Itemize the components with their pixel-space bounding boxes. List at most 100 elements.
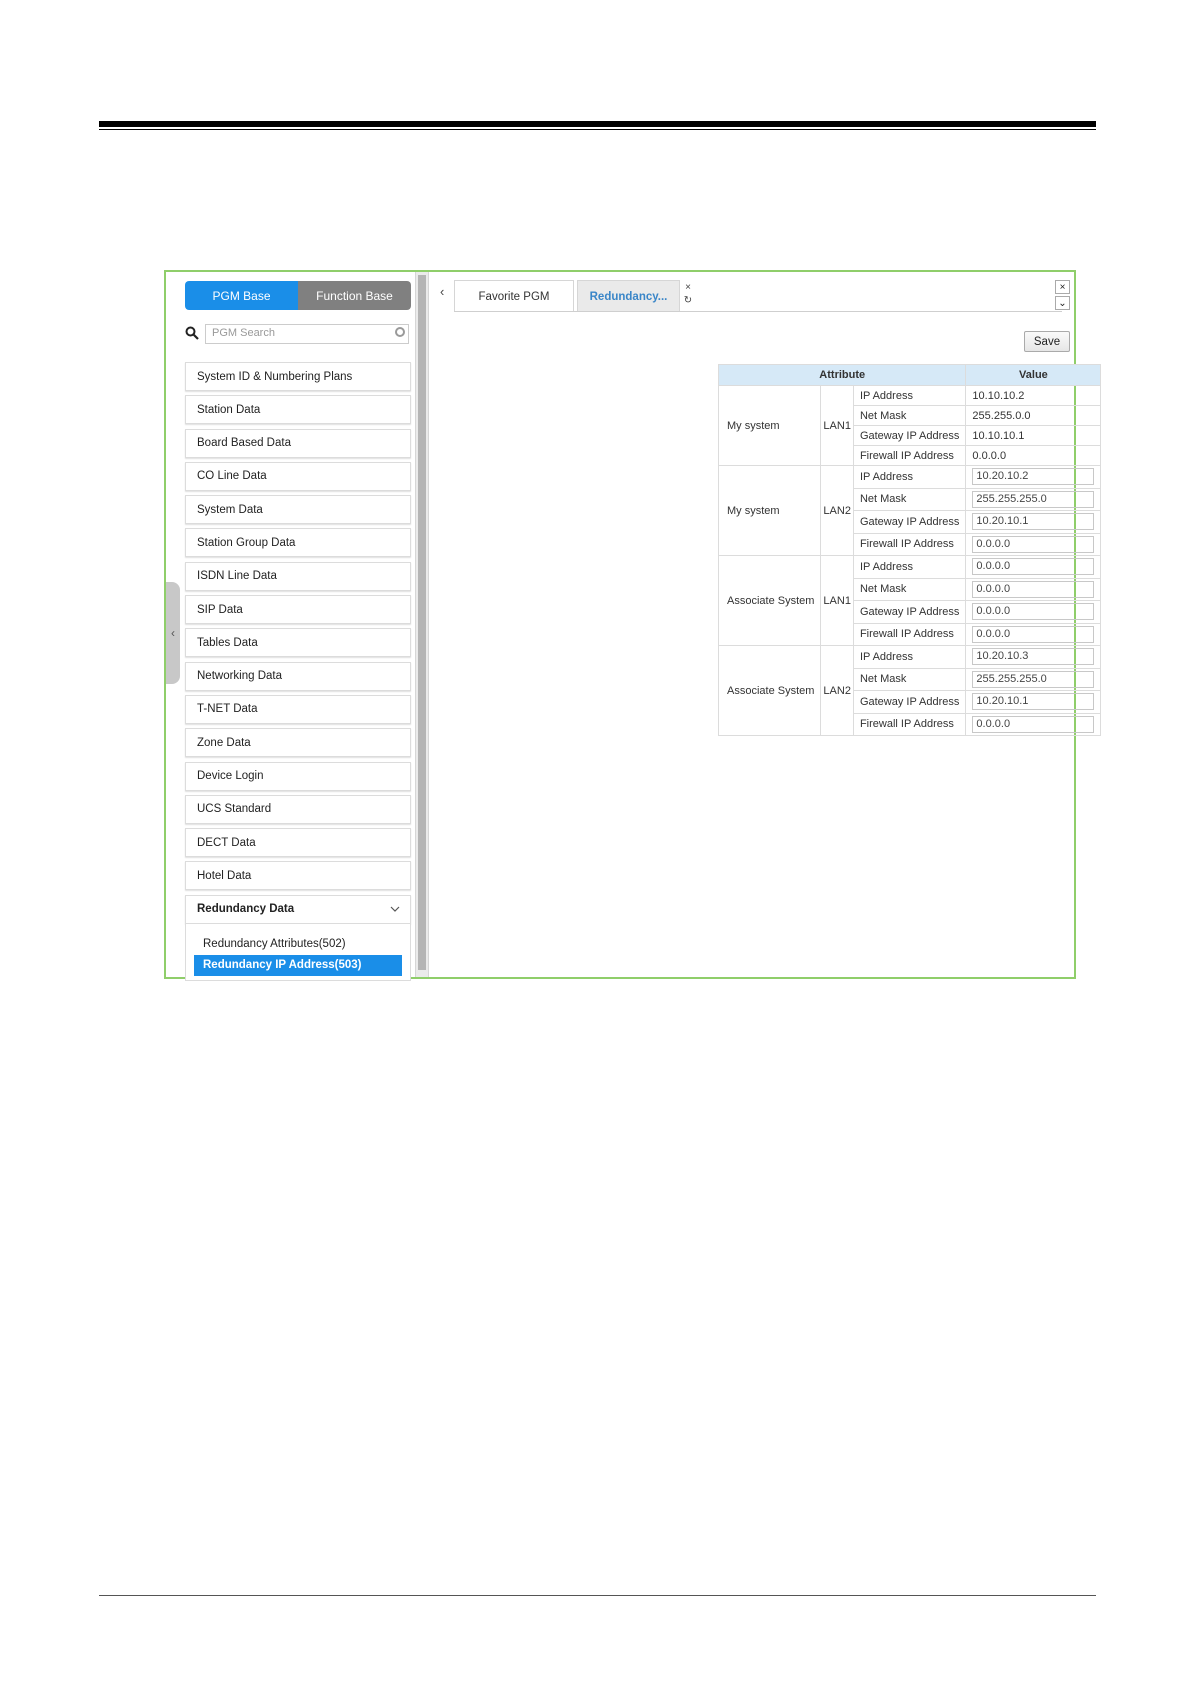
attribute-label-cell: Net Mask xyxy=(852,667,967,691)
ip-value-input[interactable]: 10.20.10.1 xyxy=(972,693,1095,711)
value-cell: 255.255.255.0 xyxy=(965,667,1102,691)
ip-value-input[interactable]: 0.0.0.0 xyxy=(972,715,1095,733)
value-cell: 10.20.10.3 xyxy=(965,645,1102,669)
value-cell: 10.10.10.1 xyxy=(965,425,1102,446)
value-cell: 0.0.0.0 xyxy=(965,445,1102,466)
attribute-label-cell: IP Address xyxy=(852,385,967,406)
menu-item-board-based-data[interactable]: Board Based Data xyxy=(185,428,411,458)
search-icon xyxy=(185,326,199,340)
attribute-label-cell: Firewall IP Address xyxy=(852,712,967,736)
attribute-label-cell: Firewall IP Address xyxy=(852,445,967,466)
table-row: My system LAN1 IP Address 10.10.10.2 xyxy=(717,385,1102,466)
menu-item-tables-data[interactable]: Tables Data xyxy=(185,628,411,658)
menu-item-ucs-standard[interactable]: UCS Standard xyxy=(185,794,411,824)
menu-item-system-id-numbering-plans[interactable]: System ID & Numbering Plans xyxy=(185,362,411,391)
ip-value-input[interactable]: 255.255.255.0 xyxy=(972,490,1095,508)
attribute-label-cell: Net Mask xyxy=(852,577,967,601)
chevron-down-icon[interactable]: ⌄ xyxy=(1055,296,1070,310)
attribute-label-cell: Net Mask xyxy=(852,405,967,426)
attribute-label-cell: Gateway IP Address xyxy=(852,690,967,714)
menu-item-system-data[interactable]: System Data xyxy=(185,495,411,525)
table-row: Associate System LAN2 IP Address 10.20.10.3 xyxy=(717,645,1102,736)
ip-value-input[interactable]: 0.0.0.0 xyxy=(972,625,1095,643)
menu-item-redundancy-data[interactable]: Redundancy Data xyxy=(185,894,411,924)
ip-value-input[interactable]: 10.20.10.1 xyxy=(972,513,1095,531)
save-button[interactable]: Save xyxy=(1024,331,1070,352)
close-tab-icon[interactable]: × xyxy=(682,281,694,294)
clear-search-icon[interactable] xyxy=(395,327,405,337)
menu-item-networking-data[interactable]: Networking Data xyxy=(185,661,411,691)
pgm-menu: System ID & Numbering Plans Station Data B… xyxy=(185,362,411,981)
scrollbar-thumb[interactable] xyxy=(418,275,426,970)
menu-item-hotel-data[interactable]: Hotel Data xyxy=(185,861,411,891)
lan-cell: LAN2 xyxy=(820,645,854,736)
lan-cell: LAN1 xyxy=(820,555,854,646)
sidebar-collapse-handle[interactable]: ‹ xyxy=(166,582,180,684)
system-name-cell: My system xyxy=(717,465,822,556)
attribute-label-cell: IP Address xyxy=(852,645,967,669)
menu-item-device-login[interactable]: Device Login xyxy=(185,761,411,791)
value-cell: 0.0.0.0 xyxy=(965,712,1102,736)
attribute-label-cell: Gateway IP Address xyxy=(852,600,967,624)
system-name-cell: Associate System xyxy=(717,645,822,736)
ip-value-input[interactable]: 0.0.0.0 xyxy=(972,558,1095,576)
menu-item-t-net-data[interactable]: T-NET Data xyxy=(185,694,411,724)
app-window: ‹ PGM Base Function Base PGM Search Syst… xyxy=(164,270,1102,981)
submenu-item-redundancy-attributes[interactable]: Redundancy Attributes(502) xyxy=(194,934,402,955)
page-bottom-rule xyxy=(99,1595,1096,1596)
chevron-down-icon xyxy=(390,906,400,913)
attribute-label-cell: Net Mask xyxy=(852,487,967,511)
tab-favorite-pgm[interactable]: Favorite PGM xyxy=(454,280,574,312)
attribute-label-cell: IP Address xyxy=(852,555,967,579)
table-row: Associate System LAN1 IP Address 0.0.0.0 xyxy=(717,555,1102,646)
lan-cell: LAN2 xyxy=(820,465,854,556)
attribute-label-cell: Gateway IP Address xyxy=(852,510,967,534)
redundancy-submenu: Redundancy Attributes(502) Redundancy IP… xyxy=(185,923,411,981)
menu-item-station-group-data[interactable]: Station Group Data xyxy=(185,528,411,558)
value-cell: 0.0.0.0 xyxy=(965,622,1102,646)
value-cell: 10.10.10.2 xyxy=(965,385,1102,406)
close-window-icon[interactable]: × xyxy=(1055,280,1070,294)
main-content: ‹ Favorite PGM Redundancy... × ↻ × ⌄ Sav… xyxy=(432,272,1102,977)
value-cell: 10.20.10.2 xyxy=(965,465,1102,489)
system-name-cell: Associate System xyxy=(717,555,822,646)
redundancy-ip-table: Attribute Value My system LAN1 IP Address 1… xyxy=(717,364,1102,736)
ip-value-input[interactable]: 0.0.0.0 xyxy=(972,535,1095,553)
menu-item-isdn-line-data[interactable]: ISDN Line Data xyxy=(185,561,411,591)
ip-value-input[interactable]: 0.0.0.0 xyxy=(972,603,1095,621)
refresh-icon[interactable]: ↻ xyxy=(682,294,694,307)
ip-value-input[interactable]: 10.20.10.3 xyxy=(972,648,1095,666)
pgm-search-input[interactable]: PGM Search xyxy=(205,324,409,344)
menu-item-co-line-data[interactable]: CO Line Data xyxy=(185,461,411,491)
page-top-rule xyxy=(99,121,1096,127)
ip-value-input[interactable]: 0.0.0.0 xyxy=(972,580,1095,598)
function-base-button[interactable]: Function Base xyxy=(298,281,411,310)
base-toggle: PGM Base Function Base xyxy=(185,281,411,310)
menu-item-zone-data[interactable]: Zone Data xyxy=(185,728,411,758)
value-cell: 10.20.10.1 xyxy=(965,510,1102,534)
tab-redundancy[interactable]: Redundancy... xyxy=(577,280,680,312)
menu-item-sip-data[interactable]: SIP Data xyxy=(185,595,411,625)
ip-value-input[interactable]: 255.255.255.0 xyxy=(972,670,1095,688)
value-cell: 0.0.0.0 xyxy=(965,532,1102,556)
page-top-rule-thin xyxy=(99,129,1096,130)
pgm-base-button[interactable]: PGM Base xyxy=(185,281,298,310)
value-cell: 0.0.0.0 xyxy=(965,577,1102,601)
ip-value-input[interactable]: 10.20.10.2 xyxy=(972,468,1095,486)
attribute-label-cell: IP Address xyxy=(852,465,967,489)
value-cell: 255.255.0.0 xyxy=(965,405,1102,426)
chevron-left-icon: ‹ xyxy=(171,626,175,640)
sidebar-scrollbar[interactable] xyxy=(415,272,429,977)
value-cell: 0.0.0.0 xyxy=(965,600,1102,624)
menu-item-dect-data[interactable]: DECT Data xyxy=(185,828,411,858)
menu-item-station-data[interactable]: Station Data xyxy=(185,395,411,425)
submenu-item-redundancy-ip-address[interactable]: Redundancy IP Address(503) xyxy=(194,954,402,976)
value-cell: 255.255.255.0 xyxy=(965,487,1102,511)
sidebar: ‹ PGM Base Function Base PGM Search Syst… xyxy=(166,272,413,981)
attribute-label-cell: Gateway IP Address xyxy=(852,425,967,446)
attribute-label-cell: Firewall IP Address xyxy=(852,532,967,556)
value-cell: 10.20.10.1 xyxy=(965,690,1102,714)
tab-controls: × ↻ xyxy=(682,281,694,307)
menu-item-label: Redundancy Data xyxy=(197,903,295,916)
tab-scroll-left-icon[interactable]: ‹ xyxy=(440,284,444,299)
